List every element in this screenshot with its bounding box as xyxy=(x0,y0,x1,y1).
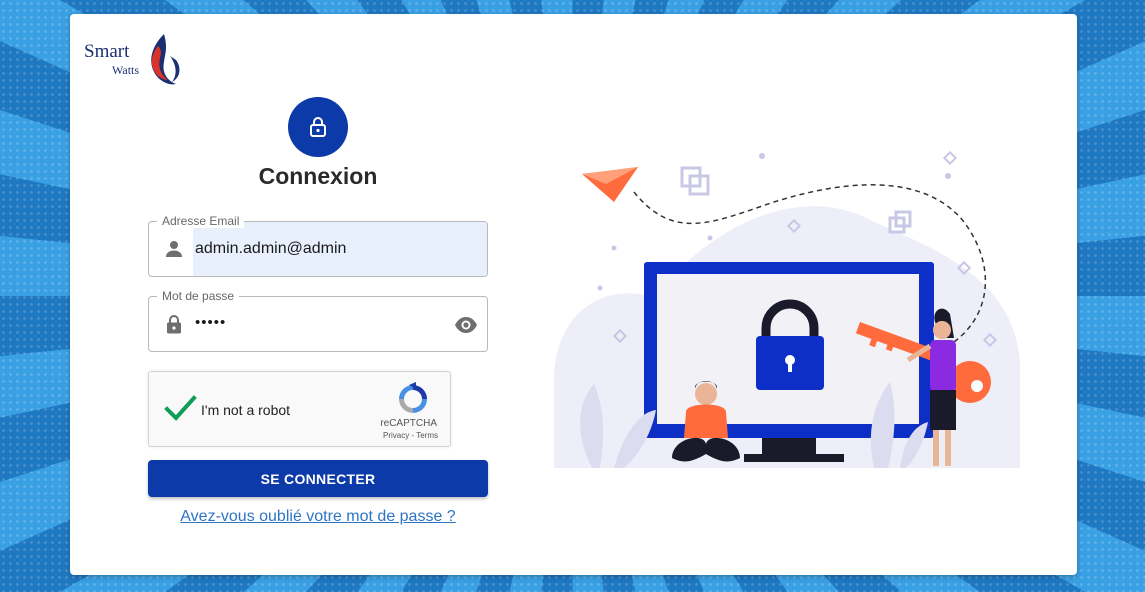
password-field[interactable]: Mot de passe ••••• xyxy=(148,289,488,352)
logo-text-watts: Watts xyxy=(112,63,140,77)
login-badge xyxy=(288,97,348,157)
email-field[interactable]: Adresse Email admin.admin@admin xyxy=(148,214,488,277)
email-label: Adresse Email xyxy=(157,214,245,228)
password-input[interactable]: ••••• xyxy=(195,314,226,331)
smart-watts-logo: Smart Watts xyxy=(84,32,184,92)
logo-text-smart: Smart xyxy=(84,41,130,62)
email-input[interactable]: admin.admin@admin xyxy=(195,240,346,258)
login-card: Smart Watts Connexion Adresse Email admi… xyxy=(70,14,1077,575)
recaptcha-widget[interactable]: I'm not a robot reCAPTCHA Privacy - Term… xyxy=(148,371,451,447)
person-icon xyxy=(166,241,182,257)
recaptcha-label: I'm not a robot xyxy=(201,402,291,418)
password-label: Mot de passe xyxy=(157,289,240,303)
eye-icon[interactable] xyxy=(454,314,478,336)
checkmark-icon[interactable] xyxy=(163,392,197,426)
paper-plane-icon xyxy=(582,167,638,202)
login-button[interactable]: SE CONNECTER xyxy=(148,460,488,497)
lock-icon xyxy=(167,315,181,334)
forgot-password-link[interactable]: Avez-vous oublié votre mot de passe ? xyxy=(148,508,488,526)
security-illustration xyxy=(554,150,1020,468)
page-title: Connexion xyxy=(258,163,378,189)
recaptcha-brand: reCAPTCHA xyxy=(380,418,437,429)
flame-logo-icon xyxy=(151,34,180,85)
lock-icon xyxy=(310,117,326,137)
recaptcha-logo-icon xyxy=(399,382,427,413)
recaptcha-links[interactable]: Privacy - Terms xyxy=(383,431,438,440)
